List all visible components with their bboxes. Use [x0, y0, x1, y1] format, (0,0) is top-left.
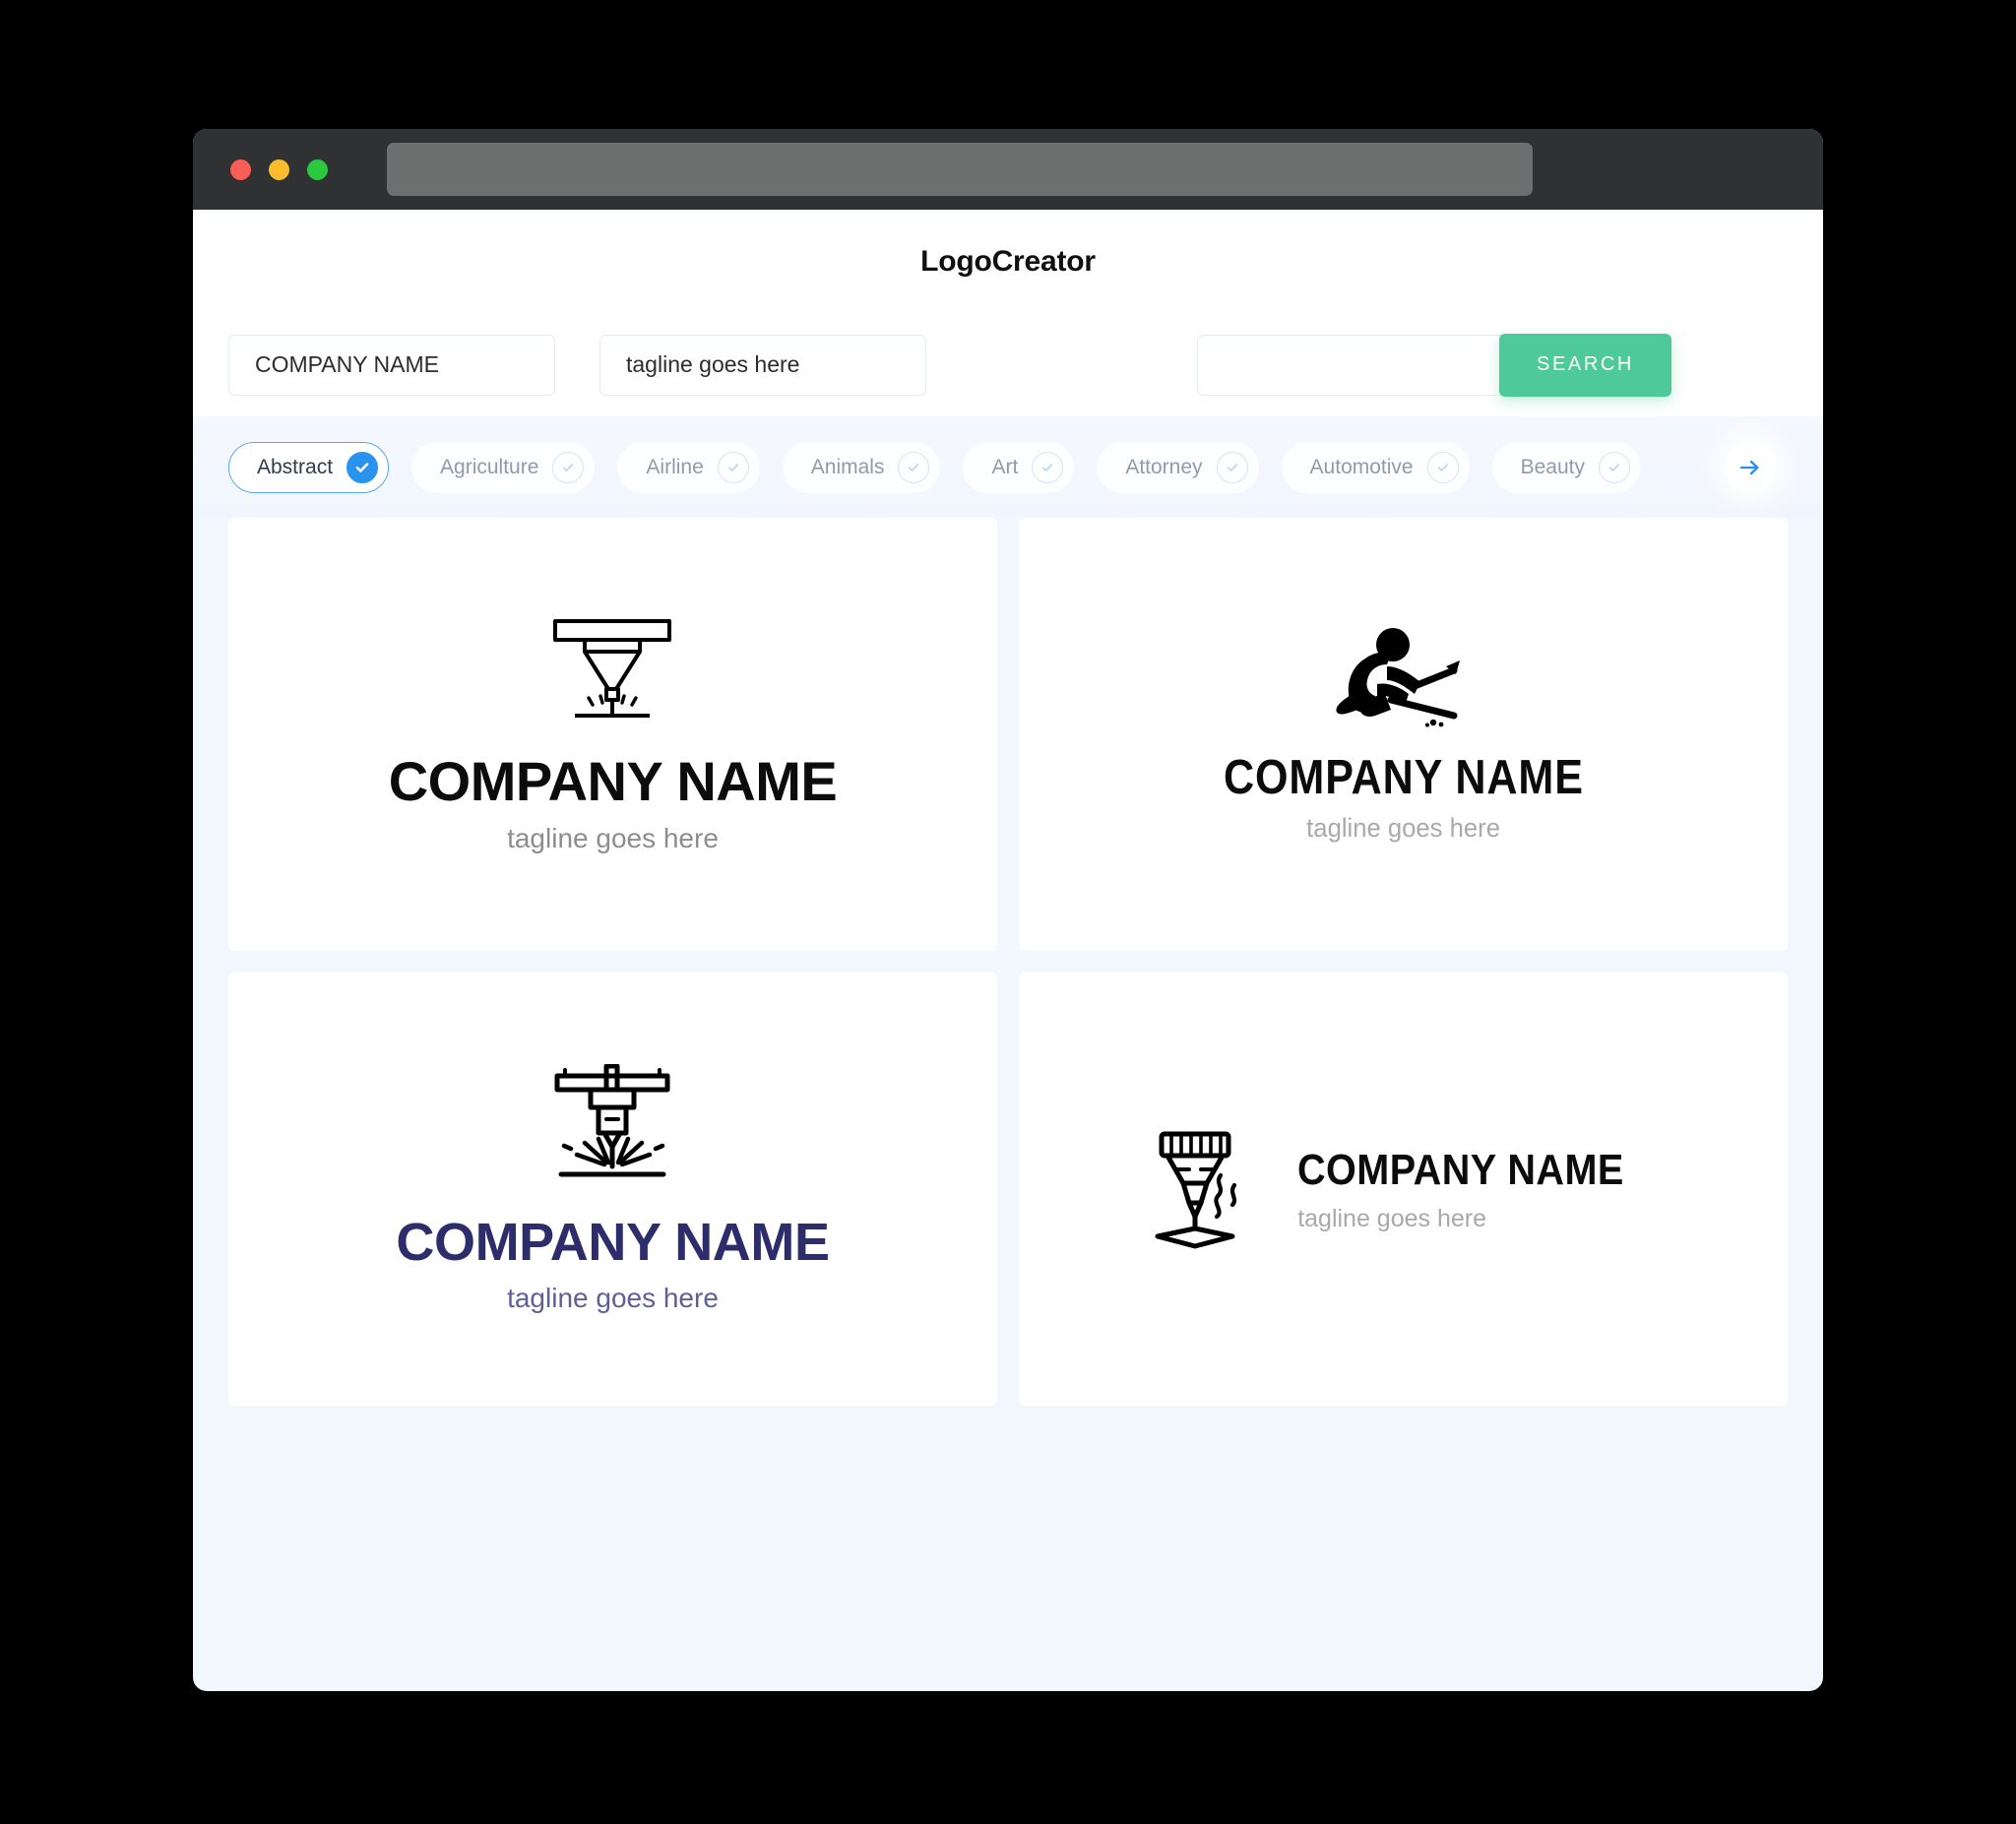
cnc-laser-head-sparks-icon — [554, 1064, 670, 1177]
logo-company-name: COMPANY NAME — [388, 749, 838, 812]
search-button[interactable]: SEARCH — [1499, 333, 1671, 397]
laser-cutter-nozzle-icon — [553, 618, 672, 718]
arrow-right-icon[interactable] — [1725, 442, 1776, 493]
search-bar: SEARCH — [193, 313, 1823, 416]
logo-tagline: tagline goes here — [507, 822, 719, 853]
category-chip-label: Beauty — [1520, 455, 1585, 478]
check-icon — [1599, 451, 1630, 483]
category-chip-art[interactable]: Art — [963, 441, 1075, 493]
check-icon — [1216, 451, 1248, 483]
laser-cutter-smoke-icon — [1155, 1131, 1237, 1249]
browser-window: LogoCreator SEARCH Abstract Agriculture … — [193, 129, 1823, 1691]
logo-card[interactable]: COMPANY NAME tagline goes here — [1019, 973, 1788, 1406]
traffic-lights — [230, 158, 328, 180]
logo-company-name: COMPANY NAME — [1297, 1145, 1624, 1194]
category-chip-abstract[interactable]: Abstract — [228, 441, 390, 493]
check-icon — [1032, 451, 1064, 483]
logo-company-name: COMPANY NAME — [1223, 751, 1584, 804]
category-chip-beauty[interactable]: Beauty — [1491, 441, 1641, 493]
logo-card[interactable]: COMPANY NAME tagline goes here — [228, 973, 997, 1406]
kneeling-welder-worker-icon — [1336, 628, 1461, 727]
logo-preview: COMPANY NAME tagline goes here — [1199, 625, 1608, 844]
category-chip-label: Agriculture — [440, 455, 539, 478]
logo-preview: COMPANY NAME tagline goes here — [1146, 1126, 1661, 1252]
url-bar[interactable] — [387, 143, 1533, 196]
category-chip-animals[interactable]: Animals — [782, 441, 941, 493]
minimize-window-button[interactable] — [269, 158, 289, 180]
check-icon — [1426, 451, 1459, 483]
app-header: LogoCreator — [193, 210, 1823, 313]
logo-company-name: COMPANY NAME — [396, 1213, 830, 1272]
category-chip-label: Airline — [646, 455, 704, 478]
category-chip-attorney[interactable]: Attorney — [1097, 441, 1259, 493]
tagline-input[interactable] — [599, 334, 926, 396]
logo-tagline: tagline goes here — [1297, 1204, 1486, 1232]
category-chip-label: Attorney — [1125, 455, 1203, 478]
category-chip-label: Art — [991, 455, 1019, 478]
check-icon — [717, 451, 749, 483]
logo-preview: COMPANY NAME tagline goes here — [396, 1064, 830, 1314]
close-window-button[interactable] — [230, 158, 251, 180]
check-icon — [552, 451, 585, 483]
logo-results-grid: COMPANY NAME tagline goes here COMPANY N… — [193, 518, 1823, 1406]
category-chip-label: Animals — [810, 455, 885, 478]
logo-preview: COMPANY NAME tagline goes here — [389, 615, 838, 854]
logo-card[interactable]: COMPANY NAME tagline goes here — [1019, 518, 1788, 951]
logo-tagline: tagline goes here — [1306, 813, 1500, 843]
check-icon — [898, 451, 930, 483]
category-filter-bar: Abstract Agriculture Airline Animals Art — [193, 416, 1823, 518]
category-chip-label: Abstract — [257, 455, 334, 478]
page-title: LogoCreator — [920, 244, 1096, 278]
category-chip-automotive[interactable]: Automotive — [1281, 441, 1470, 493]
company-name-input[interactable] — [228, 334, 555, 396]
category-chip-agriculture[interactable]: Agriculture — [411, 441, 596, 493]
logo-card[interactable]: COMPANY NAME tagline goes here — [228, 518, 997, 951]
category-chip-airline[interactable]: Airline — [617, 441, 760, 493]
category-chip-label: Automotive — [1309, 455, 1414, 478]
check-icon — [346, 451, 379, 483]
keyword-input[interactable] — [1197, 334, 1522, 396]
browser-title-bar — [193, 129, 1823, 210]
logo-tagline: tagline goes here — [507, 1283, 719, 1313]
maximize-window-button[interactable] — [307, 158, 328, 180]
